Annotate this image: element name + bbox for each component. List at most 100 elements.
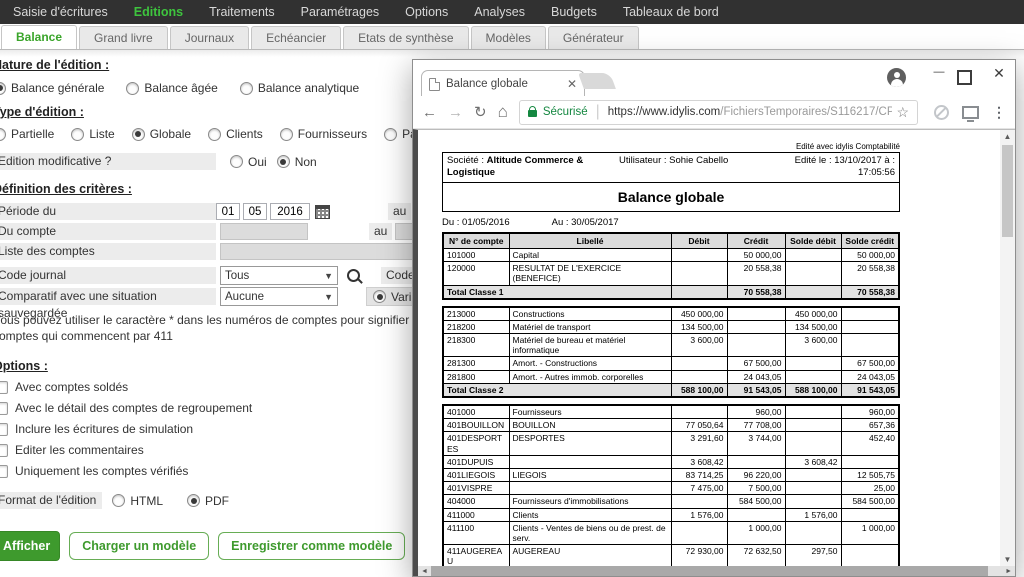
- scroll-left-icon[interactable]: [418, 568, 431, 575]
- search-icon[interactable]: [347, 269, 360, 282]
- check-ecritures-simulation[interactable]: Inclure les écritures de simulation: [0, 422, 471, 436]
- table-row: 404000Fournisseurs d'immobilisations584 …: [443, 495, 899, 508]
- radio-globale[interactable]: Globale: [132, 127, 191, 141]
- table-row: 401BOUILLONBOUILLON77 050,6477 708,00657…: [443, 419, 899, 432]
- table-row: 218300Matériel de bureau et matériel inf…: [443, 334, 899, 357]
- du-compte-input[interactable]: [220, 223, 308, 240]
- sub-tab-strip: Balance Grand livre Journaux Echéancier …: [0, 24, 1024, 50]
- url-text: https://www.idylis.com/FichiersTemporair…: [608, 106, 893, 118]
- check-editer-commentaires[interactable]: Editer les commentaires: [0, 443, 471, 457]
- tab-journaux[interactable]: Journaux: [170, 26, 249, 49]
- scroll-right-icon[interactable]: [1002, 568, 1015, 575]
- browser-menu-icon[interactable]: [992, 104, 1006, 121]
- back-icon[interactable]: [422, 104, 437, 121]
- radio-pdf[interactable]: PDF: [187, 494, 229, 508]
- chevron-down-icon: [324, 292, 337, 302]
- afficher-button[interactable]: Afficher: [0, 531, 60, 561]
- comparatif-select[interactable]: Aucune: [220, 287, 338, 306]
- report-title: Balance globale: [442, 182, 900, 212]
- home-icon[interactable]: [498, 102, 508, 122]
- options-section-title: Options :: [0, 359, 471, 373]
- tab-modeles[interactable]: Modèles: [471, 26, 546, 49]
- radio-partielle[interactable]: Partielle: [0, 127, 54, 141]
- menu-item-traitements[interactable]: Traitements: [196, 5, 288, 19]
- menu-item-analyses[interactable]: Analyses: [461, 5, 538, 19]
- tab-balance[interactable]: Balance: [1, 25, 77, 49]
- radio-liste[interactable]: Liste: [71, 127, 114, 141]
- radio-html[interactable]: HTML: [112, 494, 163, 508]
- forward-icon[interactable]: [448, 104, 463, 121]
- bookmark-star-icon[interactable]: [896, 104, 909, 121]
- form-buttons: Afficher Charger un modèle Enregistrer c…: [0, 531, 471, 561]
- check-detail-regroupement[interactable]: Avec le détail des comptes de regroupeme…: [0, 401, 471, 415]
- browser-tab-title: Balance globale: [446, 78, 528, 90]
- periode-day-input[interactable]: [216, 203, 240, 220]
- pdf-viewport: Edité avec idylis Comptabilité Société :…: [413, 129, 1015, 576]
- close-button[interactable]: [988, 65, 1010, 82]
- wildcard-hint-line2: comptes qui commencent par 411: [0, 329, 471, 343]
- comparatif-row: Comparatif avec une situation sauvegardé…: [0, 288, 471, 305]
- menu-item-parametrages[interactable]: Paramétrages: [288, 5, 393, 19]
- table-row: 411000Clients1 576,001 576,00: [443, 508, 899, 521]
- enregistrer-modele-button[interactable]: Enregistrer comme modèle: [218, 532, 405, 560]
- address-bar: Sécurisé | https://www.idylis.com/Fichie…: [413, 96, 1015, 129]
- menu-item-options[interactable]: Options: [392, 5, 461, 19]
- radio-clients[interactable]: Clients: [208, 127, 263, 141]
- vertical-scrollbar[interactable]: [1000, 130, 1015, 566]
- pdf-document: Edité avec idylis Comptabilité Société :…: [442, 142, 900, 576]
- menu-item-editions[interactable]: Editions: [121, 5, 196, 19]
- cast-icon[interactable]: [962, 106, 979, 119]
- scroll-down-icon[interactable]: [1000, 555, 1015, 564]
- code-journal-select[interactable]: Tous: [220, 266, 338, 285]
- menu-item-budgets[interactable]: Budgets: [538, 5, 610, 19]
- table-row: 101000Capital50 000,0050 000,00: [443, 248, 899, 261]
- lock-icon: [528, 110, 537, 117]
- radio-icon: [240, 82, 253, 95]
- code-journal-label: Code journal: [0, 267, 216, 284]
- balance-table-classe4: 401000Fournisseurs960,00960,00401BOUILLO…: [442, 404, 900, 576]
- tab-etats-synthese[interactable]: Etats de synthèse: [343, 26, 468, 49]
- check-comptes-verifies[interactable]: Uniquement les comptes vérifiés: [0, 464, 471, 478]
- table-header: N° de compte Libellé Débit Crédit Solde …: [443, 233, 899, 249]
- blocked-content-icon[interactable]: [934, 105, 949, 120]
- criteres-section-title: Définition des critères :: [0, 182, 471, 196]
- charger-modele-button[interactable]: Charger un modèle: [69, 532, 209, 560]
- periode-year-input[interactable]: [270, 203, 310, 220]
- profile-icon[interactable]: [887, 68, 906, 87]
- period-from: Du : 01/05/2016: [442, 217, 510, 228]
- table-row: 213000Constructions450 000,00450 000,00: [443, 307, 899, 321]
- browser-tab[interactable]: Balance globale: [421, 70, 585, 97]
- radio-fournisseurs[interactable]: Fournisseurs: [280, 127, 367, 141]
- edition-modificative-label: Edition modificative ?: [0, 153, 216, 170]
- minimize-button[interactable]: [928, 62, 950, 79]
- menu-item-saisie[interactable]: Saisie d'écritures: [0, 5, 121, 19]
- radio-balance-generale[interactable]: Balance générale: [0, 81, 104, 95]
- tab-generateur[interactable]: Générateur: [548, 26, 639, 49]
- vertical-scroll-thumb[interactable]: [1002, 145, 1013, 237]
- radio-balance-analytique[interactable]: Balance analytique: [240, 81, 359, 95]
- url-field[interactable]: Sécurisé | https://www.idylis.com/Fichie…: [519, 100, 918, 125]
- periode-label: Période du: [0, 203, 216, 220]
- tab-echeancier[interactable]: Echéancier: [251, 26, 341, 49]
- periode-month-input[interactable]: [243, 203, 267, 220]
- periode-row: Période du au: [0, 203, 471, 220]
- calendar-icon[interactable]: [315, 205, 330, 219]
- main-menu-bar: Saisie d'écritures Editions Traitements …: [0, 0, 1024, 24]
- radio-balance-agee[interactable]: Balance âgée: [126, 81, 217, 95]
- table-row: 411AUGEREAUAUGEREAU72 930,0072 632,50297…: [443, 545, 899, 568]
- balance-table-classe2: 213000Constructions450 000,00450 000,00 2…: [442, 306, 900, 398]
- scroll-up-icon[interactable]: [1000, 132, 1015, 141]
- tab-grand-livre[interactable]: Grand livre: [79, 26, 168, 49]
- menu-item-tableaux[interactable]: Tableaux de bord: [610, 5, 732, 19]
- table-row: 401000Fournisseurs960,00960,00: [443, 405, 899, 419]
- reload-icon[interactable]: [474, 103, 487, 121]
- tab-strip-stub: [578, 73, 616, 89]
- report-period: Du : 01/05/2016Au : 30/05/2017: [442, 217, 900, 228]
- popup-titlebar[interactable]: Balance globale: [413, 60, 1015, 96]
- tab-close-icon[interactable]: [567, 77, 577, 91]
- maximize-button[interactable]: [957, 70, 972, 85]
- check-comptes-soldes[interactable]: Avec comptes soldés: [0, 380, 471, 394]
- radio-non[interactable]: Non: [277, 155, 317, 169]
- code-journal-row: Code journal Tous Code ana: [0, 267, 471, 284]
- radio-oui[interactable]: Oui: [230, 155, 267, 169]
